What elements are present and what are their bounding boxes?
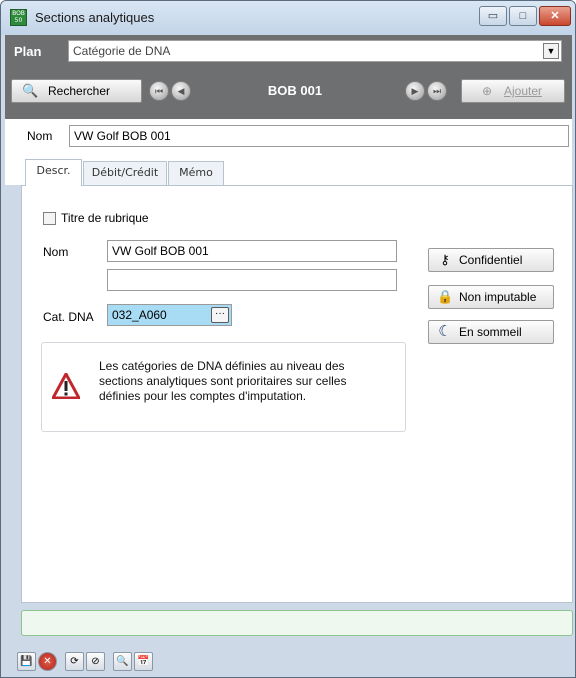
save-icon[interactable]: 💾 <box>17 652 36 671</box>
add-button[interactable]: ⊕ Ajouter <box>461 79 565 103</box>
descr-name-2-input[interactable] <box>107 269 397 291</box>
non-imputable-button-label: Non imputable <box>459 290 537 304</box>
record-name-input[interactable]: VW Golf BOB 001 <box>69 125 569 147</box>
tab-debit-credit[interactable]: Débit/Crédit <box>83 161 167 185</box>
dormant-button-label: En sommeil <box>459 325 522 339</box>
sections-analytiques-window: BOB 50 Sections analytiques ▭ □ ✕ Plan C… <box>0 0 576 678</box>
previous-record-icon[interactable]: ◀ <box>171 81 191 101</box>
cat-dna-label: Cat. DNA <box>43 310 94 324</box>
calendar-icon[interactable]: 📅 <box>134 652 153 671</box>
warning-box: Les catégories de DNA définies au niveau… <box>41 342 406 432</box>
plan-label: Plan <box>14 44 42 59</box>
chevron-down-icon[interactable]: ▼ <box>543 43 559 59</box>
next-record-icon[interactable]: ▶ <box>405 81 425 101</box>
warning-text: Les catégories de DNA définies au niveau… <box>99 359 347 403</box>
title-bar: BOB 50 Sections analytiques ▭ □ ✕ <box>1 1 575 35</box>
minimize-button[interactable]: ▭ <box>479 6 507 26</box>
lock-icon: 🔒 <box>437 289 454 304</box>
add-icon: ⊕ <box>482 84 493 98</box>
cat-dna-browse-button[interactable]: ··· <box>211 307 229 323</box>
binoculars-icon[interactable]: 🔍 <box>113 652 132 671</box>
delete-icon[interactable]: ✕ <box>38 652 57 671</box>
window-title: Sections analytiques <box>35 10 155 25</box>
confidential-button-label: Confidentiel <box>459 253 523 267</box>
plan-select-value: Catégorie de DNA <box>73 44 171 58</box>
record-name-label: Nom <box>27 129 53 143</box>
search-button-label: Rechercher <box>48 84 111 98</box>
search-button[interactable]: 🔍 Rechercher <box>11 79 142 103</box>
first-record-icon[interactable]: ⏮ <box>149 81 169 101</box>
close-button[interactable]: ✕ <box>539 6 571 26</box>
warning-icon <box>52 373 80 399</box>
descr-name-input[interactable]: VW Golf BOB 001 <box>107 240 397 262</box>
key-icon: ⚷ <box>440 252 450 267</box>
confidential-button[interactable]: ⚷ Confidentiel <box>428 248 554 272</box>
dormant-button[interactable]: ☾ En sommeil <box>428 320 554 344</box>
title-checkbox-label: Titre de rubrique <box>61 211 149 225</box>
header-toolbar: Plan Catégorie de DNA ▼ 🔍 Rechercher ⏮ ◀… <box>5 35 572 119</box>
maximize-button[interactable]: □ <box>509 6 537 26</box>
descr-name-label: Nom <box>43 245 69 259</box>
status-bar <box>21 610 573 636</box>
app-icon: BOB 50 <box>10 9 27 26</box>
cancel-icon[interactable]: ⊘ <box>86 652 105 671</box>
binoculars-icon: 🔍 <box>22 83 39 98</box>
tab-memo[interactable]: Mémo <box>168 161 224 185</box>
record-title: BOB 001 <box>267 83 323 98</box>
plan-select[interactable]: Catégorie de DNA ▼ <box>68 40 562 62</box>
title-checkbox[interactable] <box>43 212 56 225</box>
tab-descr[interactable]: Descr. <box>25 159 82 186</box>
refresh-icon[interactable]: ⟳ <box>65 652 84 671</box>
last-record-icon[interactable]: ⏭ <box>427 81 447 101</box>
add-button-label: Ajouter <box>504 84 543 98</box>
non-imputable-button[interactable]: 🔒 Non imputable <box>428 285 554 309</box>
moon-icon: ☾ <box>438 323 452 340</box>
